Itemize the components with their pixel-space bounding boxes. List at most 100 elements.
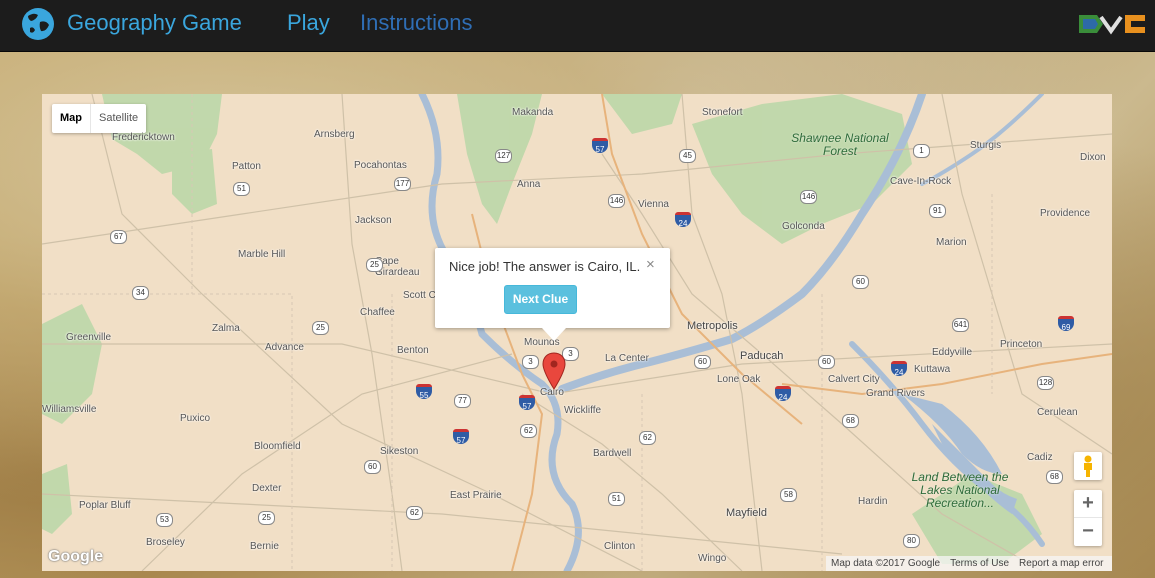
- place-label: Pocahontas: [354, 160, 407, 171]
- report-map-error-link[interactable]: Report a map error: [1014, 556, 1108, 571]
- zoom-control: + −: [1074, 490, 1102, 546]
- google-logo: Google: [48, 548, 104, 565]
- place-label: Fredericktown: [112, 132, 175, 143]
- place-label: Greenville: [66, 332, 112, 343]
- site-logo-icon: [1079, 15, 1145, 35]
- place-label: Cadiz: [1027, 452, 1053, 463]
- place-label: Bardwell: [593, 448, 632, 459]
- close-icon[interactable]: ×: [646, 256, 655, 273]
- navbar: Geography Game Play Instructions: [0, 0, 1155, 52]
- highway-shield: 51: [608, 492, 625, 506]
- highway-shield: 68: [842, 414, 859, 428]
- highway-shield: 146: [800, 190, 817, 204]
- park-label: Land Between the Lakes National Recreati…: [911, 470, 1009, 510]
- place-label: La Center: [605, 353, 649, 364]
- highway-shield: 177: [394, 177, 411, 191]
- place-label: Zalma: [212, 323, 240, 334]
- highway-shield: 60: [818, 355, 835, 369]
- place-label: Eddyville: [932, 347, 973, 358]
- place-label: Hardin: [858, 496, 888, 507]
- place-label: Providence: [1040, 208, 1091, 219]
- place-label: Broseley: [146, 537, 185, 548]
- place-label: Vienna: [638, 199, 669, 210]
- highway-shield: 25: [258, 511, 275, 525]
- place-label: Marble Hill: [238, 249, 286, 260]
- highway-shield: 3: [522, 355, 539, 369]
- highway-shield: 68: [1046, 470, 1063, 484]
- highway-shield: 25: [312, 321, 329, 335]
- place-label: Dexter: [252, 483, 282, 494]
- place-label: Wickliffe: [564, 405, 602, 416]
- place-label: Metropolis: [687, 320, 738, 332]
- highway-shield: 146: [608, 194, 625, 208]
- highway-shield: 60: [364, 460, 381, 474]
- place-label: Bernie: [250, 541, 279, 552]
- highway-shield: 60: [852, 275, 869, 289]
- place-label: Grand Rivers: [866, 388, 925, 399]
- place-label: Jackson: [355, 215, 392, 226]
- terms-of-use-link[interactable]: Terms of Use: [945, 556, 1014, 571]
- highway-shield: 641: [952, 318, 969, 332]
- answer-message: Nice job! The answer is Cairo, IL.: [449, 259, 641, 274]
- map-type-map-button[interactable]: Map: [52, 104, 91, 133]
- place-label: Golconda: [782, 221, 825, 232]
- place-label: Arnsberg: [314, 129, 355, 140]
- highway-shield: 128: [1037, 376, 1054, 390]
- highway-shield: 45: [679, 149, 696, 163]
- highway-shield: 53: [156, 513, 173, 527]
- place-label: Makanda: [512, 107, 554, 118]
- highway-shield: 60: [694, 355, 711, 369]
- place-label: Sikeston: [380, 446, 419, 457]
- highway-shield: 77: [454, 394, 471, 408]
- map-type-control: Map Satellite: [52, 104, 147, 133]
- zoom-in-button[interactable]: +: [1074, 490, 1102, 518]
- place-label: Williamsville: [42, 404, 97, 415]
- place-label: Anna: [517, 179, 541, 190]
- place-label: Bloomfield: [254, 441, 301, 452]
- place-label: Chaffee: [360, 307, 395, 318]
- place-label: Patton: [232, 161, 261, 172]
- answer-info-window: Nice job! The answer is Cairo, IL. × Nex…: [435, 248, 670, 341]
- highway-shield: 62: [520, 424, 537, 438]
- nav-instructions-link[interactable]: Instructions: [360, 10, 473, 36]
- highway-shield: 91: [929, 204, 946, 218]
- place-label: Puxico: [180, 413, 211, 424]
- map-data-text: Map data ©2017 Google: [831, 558, 941, 569]
- place-label: Kuttawa: [914, 364, 951, 375]
- place-label: Dixon: [1080, 152, 1106, 163]
- highway-shield: 62: [639, 431, 656, 445]
- highway-shield: 62: [406, 506, 423, 520]
- next-clue-button[interactable]: Next Clue: [504, 285, 577, 314]
- highway-shield: 25: [366, 258, 383, 272]
- place-label: Lone Oak: [717, 374, 761, 385]
- street-view-pegman-icon[interactable]: [1074, 452, 1102, 480]
- highway-shield: 1: [913, 144, 930, 158]
- map-pin-icon[interactable]: [542, 352, 566, 390]
- place-label: Poplar Bluff: [79, 500, 131, 511]
- place-label: Wingo: [698, 553, 727, 564]
- place-label: Princeton: [1000, 339, 1043, 350]
- park-label: Shawnee National Forest: [791, 131, 889, 158]
- place-label: Calvert City: [828, 374, 880, 385]
- place-label: Cerulean: [1037, 407, 1078, 418]
- map-view[interactable]: Map Satellite Makanda Stonefort Frederic…: [42, 94, 1112, 571]
- place-label: East Prairie: [450, 490, 502, 501]
- map-type-satellite-button[interactable]: Satellite: [91, 104, 146, 133]
- highway-shield: 58: [780, 488, 797, 502]
- highway-shield: 34: [132, 286, 149, 300]
- place-label: Paducah: [740, 350, 784, 362]
- place-label: Clinton: [604, 541, 636, 552]
- place-label: Cave-In-Rock: [890, 176, 952, 187]
- zoom-out-button[interactable]: −: [1074, 518, 1102, 546]
- place-label: Marion: [936, 237, 967, 248]
- highway-shield: 80: [903, 534, 920, 548]
- highway-shield: 67: [110, 230, 127, 244]
- brand-title[interactable]: Geography Game: [67, 10, 242, 36]
- place-label: Benton: [397, 345, 429, 356]
- place-label: Sturgis: [970, 140, 1002, 151]
- place-label: Stonefort: [702, 107, 743, 118]
- map-attribution: Map data ©2017 Google Terms of Use Repor…: [826, 556, 1112, 571]
- place-label: Advance: [265, 342, 304, 353]
- nav-play-link[interactable]: Play: [287, 10, 330, 36]
- highway-shield: 51: [233, 182, 250, 196]
